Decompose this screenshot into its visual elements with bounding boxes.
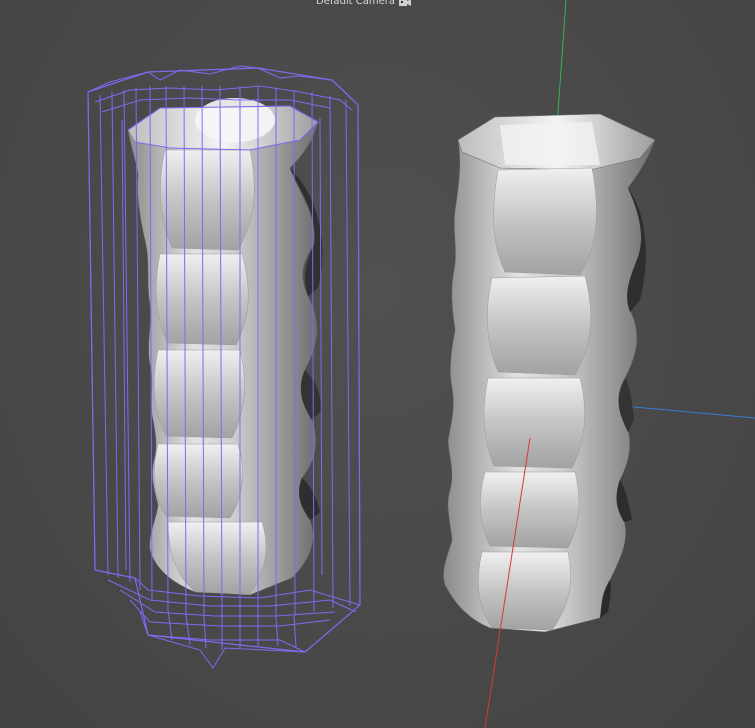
3d-viewport[interactable]: Default Camera	[0, 0, 755, 728]
vase-object-in-cage[interactable]	[127, 98, 323, 596]
scene-canvas[interactable]	[0, 0, 755, 728]
vase-object[interactable]	[443, 113, 656, 633]
